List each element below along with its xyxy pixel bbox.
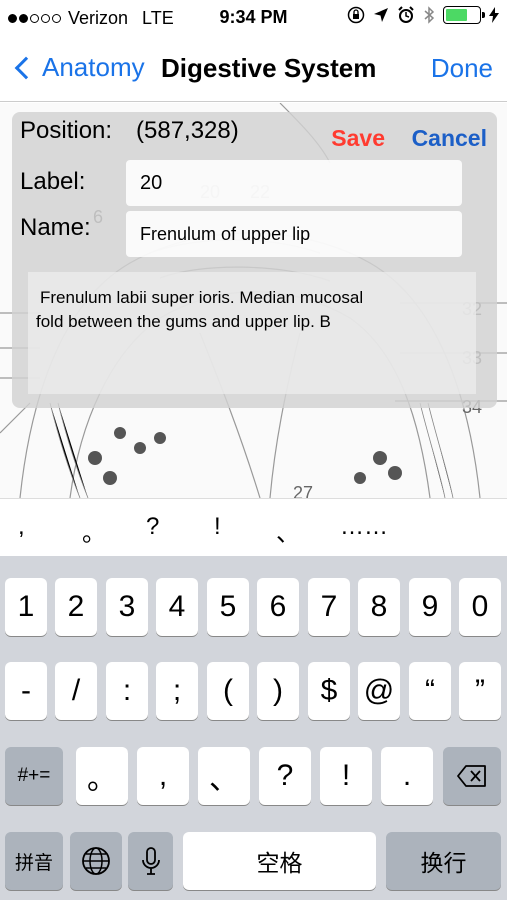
candidate-item[interactable]: , bbox=[18, 513, 25, 541]
key[interactable]: - bbox=[5, 662, 47, 720]
illustration-number: 27 bbox=[293, 483, 314, 498]
symbols-toggle-key[interactable]: #+= bbox=[5, 747, 63, 805]
chevron-left-icon bbox=[14, 56, 38, 79]
back-label: Anatomy bbox=[42, 52, 145, 82]
key[interactable]: 6 bbox=[257, 578, 299, 636]
candidate-item[interactable]: ! bbox=[214, 513, 221, 541]
key[interactable]: / bbox=[55, 662, 97, 720]
space-key[interactable]: 空格 bbox=[183, 832, 376, 890]
cancel-button[interactable]: Cancel bbox=[412, 125, 487, 152]
key[interactable]: 、 bbox=[198, 747, 250, 805]
bluetooth-icon bbox=[424, 6, 435, 24]
status-bar: Verizon LTE 9:34 PM bbox=[0, 0, 507, 36]
label-field-label: Label: bbox=[20, 168, 86, 195]
dictation-key[interactable] bbox=[128, 832, 173, 890]
name-input[interactable]: Frenulum of upper lip bbox=[126, 211, 462, 257]
key[interactable]: : bbox=[106, 662, 148, 720]
location-icon bbox=[374, 8, 388, 22]
candidate-item[interactable]: 。 bbox=[82, 513, 106, 548]
rotation-lock-icon bbox=[347, 6, 365, 24]
done-button[interactable]: Done bbox=[431, 53, 493, 84]
key[interactable]: ; bbox=[156, 662, 198, 720]
globe-icon bbox=[82, 847, 110, 875]
battery-icon bbox=[443, 6, 485, 24]
key[interactable]: 0 bbox=[459, 578, 501, 636]
key[interactable]: 2 bbox=[55, 578, 97, 636]
return-key[interactable]: 换行 bbox=[386, 832, 501, 890]
key[interactable]: “ bbox=[409, 662, 451, 720]
key[interactable]: 9 bbox=[409, 578, 451, 636]
globe-key[interactable] bbox=[70, 832, 122, 890]
key[interactable]: @ bbox=[358, 662, 400, 720]
microphone-icon bbox=[141, 847, 160, 875]
label-edit-panel: Position: (587,328) Save Cancel Label: 2… bbox=[12, 112, 497, 408]
page-title: Digestive System bbox=[161, 53, 377, 83]
candidate-item[interactable]: …… bbox=[340, 513, 388, 541]
alarm-icon bbox=[398, 6, 414, 23]
back-button[interactable]: Anatomy bbox=[12, 52, 145, 83]
key[interactable]: 4 bbox=[156, 578, 198, 636]
key[interactable]: ” bbox=[459, 662, 501, 720]
navigation-bar: Anatomy Digestive System Done bbox=[0, 36, 507, 102]
key[interactable]: , bbox=[137, 747, 189, 805]
key[interactable]: 7 bbox=[308, 578, 350, 636]
name-input-value: Frenulum of upper lip bbox=[140, 223, 311, 244]
delete-key[interactable] bbox=[443, 747, 501, 805]
description-line: fold between the gums and upper lip. B bbox=[36, 312, 331, 331]
battery-level bbox=[446, 9, 467, 21]
backspace-icon bbox=[457, 765, 486, 787]
description-textarea[interactable]: Frenulum labii super ioris. Median mucos… bbox=[28, 272, 476, 394]
status-icons bbox=[347, 6, 499, 24]
name-field-label: Name: bbox=[20, 214, 91, 241]
charging-icon bbox=[489, 7, 499, 23]
key[interactable]: 3 bbox=[106, 578, 148, 636]
position-value: (587,328) bbox=[136, 117, 239, 144]
key[interactable]: 1 bbox=[5, 578, 47, 636]
key[interactable]: $ bbox=[308, 662, 350, 720]
key[interactable]: 。 bbox=[76, 747, 128, 805]
key[interactable]: ? bbox=[259, 747, 311, 805]
candidate-item[interactable]: 、 bbox=[276, 513, 300, 548]
candidate-bar: , 。 ? ! 、 …… bbox=[0, 498, 507, 556]
description-line: Frenulum labii super ioris. Median mucos… bbox=[40, 288, 364, 307]
save-button[interactable]: Save bbox=[331, 125, 385, 152]
position-label: Position: bbox=[20, 117, 113, 144]
keyboard: 1 2 3 4 5 6 7 8 9 0 - / : ; ( ) $ @ “ ” … bbox=[0, 556, 507, 900]
key[interactable]: . bbox=[381, 747, 433, 805]
label-input-value: 20 bbox=[140, 171, 163, 194]
label-input[interactable]: 20 bbox=[126, 160, 462, 206]
pinyin-key[interactable]: 拼音 bbox=[5, 832, 63, 890]
key[interactable]: 8 bbox=[358, 578, 400, 636]
candidate-item[interactable]: ? bbox=[146, 513, 159, 541]
key[interactable]: ( bbox=[207, 662, 249, 720]
app-screen: Verizon LTE 9:34 PM Anatomy Digestive Sy… bbox=[0, 0, 507, 900]
key[interactable]: 5 bbox=[207, 578, 249, 636]
key[interactable]: ! bbox=[320, 747, 372, 805]
key[interactable]: ) bbox=[257, 662, 299, 720]
